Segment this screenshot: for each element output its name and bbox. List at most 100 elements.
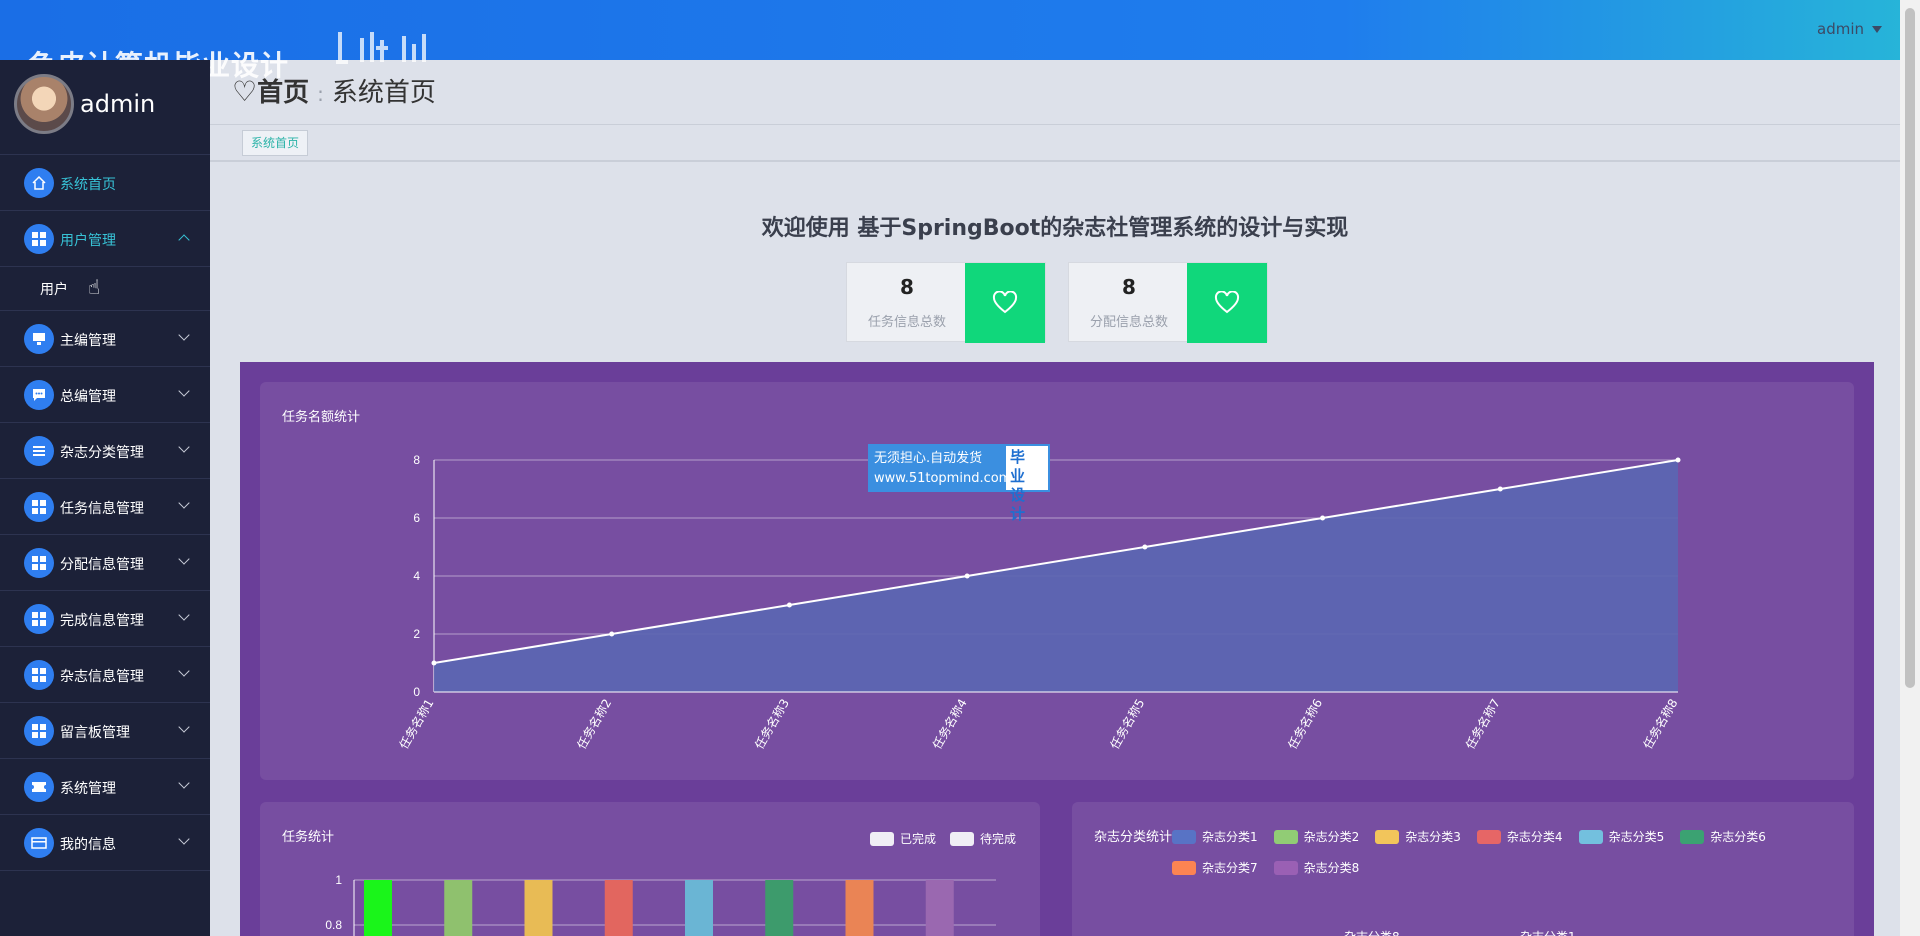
user-menu[interactable]: admin	[1817, 20, 1882, 38]
x-tick-label: 任务名称2	[574, 696, 615, 752]
area-chart: 0 2 4 6 8 任务名称1 任务名称2 任务名称3 任务名称4 任务名称5 任务名称6 任务名称7…	[396, 453, 1681, 752]
x-tick-label: 任务名称8	[1640, 696, 1681, 752]
legend-label: 杂志分类5	[1608, 830, 1665, 844]
legend-item[interactable]: 杂志分类7	[1172, 859, 1258, 876]
legend-item[interactable]: 杂志分类1	[1172, 828, 1258, 845]
stat-value: 8	[1122, 275, 1136, 299]
data-point	[609, 631, 615, 637]
page-title-main: 首页	[257, 78, 310, 108]
legend-item[interactable]: 杂志分类6	[1680, 828, 1766, 845]
y-tick-label: 4	[413, 569, 420, 583]
legend-swatch	[1578, 829, 1603, 844]
chart-card-magazine-category: 杂志分类统计 杂志分类1 杂志分类2 杂志分类3 杂志分类4 杂志分类5 杂志分类6 杂志分…	[1072, 802, 1854, 936]
y-tick-label: 6	[413, 511, 420, 525]
legend-label: 杂志分类1	[1202, 830, 1258, 844]
x-tick-label: 任务名称5	[1107, 696, 1148, 752]
grid-icon	[24, 492, 54, 522]
bar	[444, 880, 473, 936]
page-scrollbar[interactable]	[1900, 0, 1920, 936]
data-point	[1675, 457, 1681, 463]
sidebar-item-message-board[interactable]: 留言板管理	[0, 703, 210, 759]
chevron-down-icon	[178, 553, 190, 565]
chevron-down-icon	[178, 665, 190, 677]
stat-label: 任务信息总数	[867, 315, 946, 330]
data-point	[964, 573, 970, 579]
main-content: ♡首页: 系统首页 系统首页 欢迎使用 基于SpringBoot的杂志社管理系统的…	[210, 60, 1900, 936]
stat-value: 8	[900, 275, 914, 299]
chart-card-task-stats: 任务统计 已完成 待完成 1 0.8	[260, 802, 1040, 936]
pie-slice-label: 杂志分类1	[1520, 928, 1576, 936]
data-point	[1320, 515, 1326, 521]
submenu-item-user[interactable]: 用户 ☝	[0, 267, 210, 311]
sidebar-item-chief-editor[interactable]: 主编管理	[0, 311, 210, 367]
data-point	[1142, 544, 1148, 550]
title-separator: :	[317, 82, 324, 106]
chevron-down-icon	[178, 441, 190, 453]
sidebar-item-magazine-info[interactable]: 杂志信息管理	[0, 647, 210, 703]
bar	[925, 880, 954, 936]
chevron-down-icon	[178, 721, 190, 733]
legend-swatch	[1375, 829, 1400, 844]
legend-swatch	[1273, 829, 1298, 844]
bar	[685, 880, 713, 936]
sidebar-item-label: 系统首页	[60, 177, 116, 193]
y-tick-label: 0.8	[325, 918, 342, 932]
tab-system-home[interactable]: 系统首页	[242, 130, 309, 156]
legend-swatch	[1680, 829, 1705, 844]
chat-icon	[24, 380, 54, 410]
sidebar-item-label: 任务信息管理	[60, 501, 144, 517]
legend-label: 杂志分类3	[1405, 830, 1461, 844]
scrollbar-thumb[interactable]	[1905, 8, 1915, 688]
x-tick-label: 任务名称1	[396, 696, 437, 752]
legend-swatch	[1172, 860, 1196, 875]
chevron-down-icon	[178, 833, 190, 845]
chevron-down-icon	[178, 497, 190, 509]
hand-cursor-icon: ☝	[88, 275, 101, 299]
chart-card-task-quota: 任务名额统计 0 2 4 6 8 任务名称1 任务名称2 任务名称3 任务名称4 任务名称5 任务名…	[260, 382, 1854, 780]
watermark-text: 无须担心.自动发货 www.51topmind.com	[870, 446, 1011, 490]
sidebar-item-home[interactable]: 系统首页	[0, 155, 210, 211]
stat-icon-box	[1187, 263, 1267, 343]
bar	[524, 880, 553, 936]
stat-label: 分配信息总数	[1089, 315, 1168, 330]
watermark-line: 无须担心.自动发货	[874, 451, 983, 466]
sidebar-item-assignment-info[interactable]: 分配信息管理	[0, 535, 210, 591]
data-point	[431, 660, 437, 666]
sidebar-item-system-management[interactable]: 系统管理	[0, 759, 210, 815]
submenu-label: 用户	[40, 282, 68, 298]
chevron-down-icon	[178, 777, 190, 789]
chevron-up-icon	[178, 234, 190, 246]
bar	[604, 880, 633, 936]
sidebar-item-label: 总编管理	[60, 389, 116, 405]
charts-panel: 任务名额统计 0 2 4 6 8 任务名称1 任务名称2 任务名称3 任务名称4 任务名称5 任务名…	[240, 362, 1874, 936]
stat-card-task-total: 8 任务信息总数	[846, 262, 1046, 343]
data-point	[1497, 486, 1503, 492]
sidebar-item-user-management[interactable]: 用户管理	[0, 211, 210, 267]
page-subtitle: 系统首页	[331, 78, 436, 108]
legend-item[interactable]: 杂志分类4	[1476, 828, 1563, 845]
chevron-down-icon	[178, 385, 190, 397]
card-icon	[24, 828, 54, 858]
grid-icon	[24, 224, 54, 254]
legend-item[interactable]: 杂志分类8	[1273, 859, 1359, 876]
legend-item[interactable]: 杂志分类3	[1375, 828, 1461, 845]
data-point	[786, 602, 792, 608]
bar-chart: 10.8	[325, 873, 996, 936]
sidebar-item-editor-in-chief[interactable]: 总编管理	[0, 367, 210, 423]
sidebar-item-completion-info[interactable]: 完成信息管理	[0, 591, 210, 647]
legend-item[interactable]: 杂志分类2	[1273, 828, 1360, 845]
sidebar-item-label: 系统管理	[60, 781, 116, 797]
sidebar-item-label: 杂志信息管理	[60, 669, 144, 685]
legend-item[interactable]: 杂志分类5	[1578, 828, 1665, 845]
divider	[210, 160, 1900, 162]
stat-card-assignment-total: 8 分配信息总数	[1068, 262, 1268, 343]
watermark-side: 毕业设计	[1010, 448, 1026, 523]
sidebar-item-label: 我的信息	[60, 837, 116, 853]
legend-label: 杂志分类4	[1506, 830, 1563, 844]
sidebar-item-my-info[interactable]: 我的信息	[0, 815, 210, 871]
sidebar-item-magazine-category[interactable]: 杂志分类管理	[0, 423, 210, 479]
y-tick-label: 0	[413, 685, 420, 699]
x-tick-label: 任务名称6	[1284, 696, 1325, 752]
legend-label: 杂志分类2	[1303, 830, 1360, 844]
sidebar-item-task-info[interactable]: 任务信息管理	[0, 479, 210, 535]
